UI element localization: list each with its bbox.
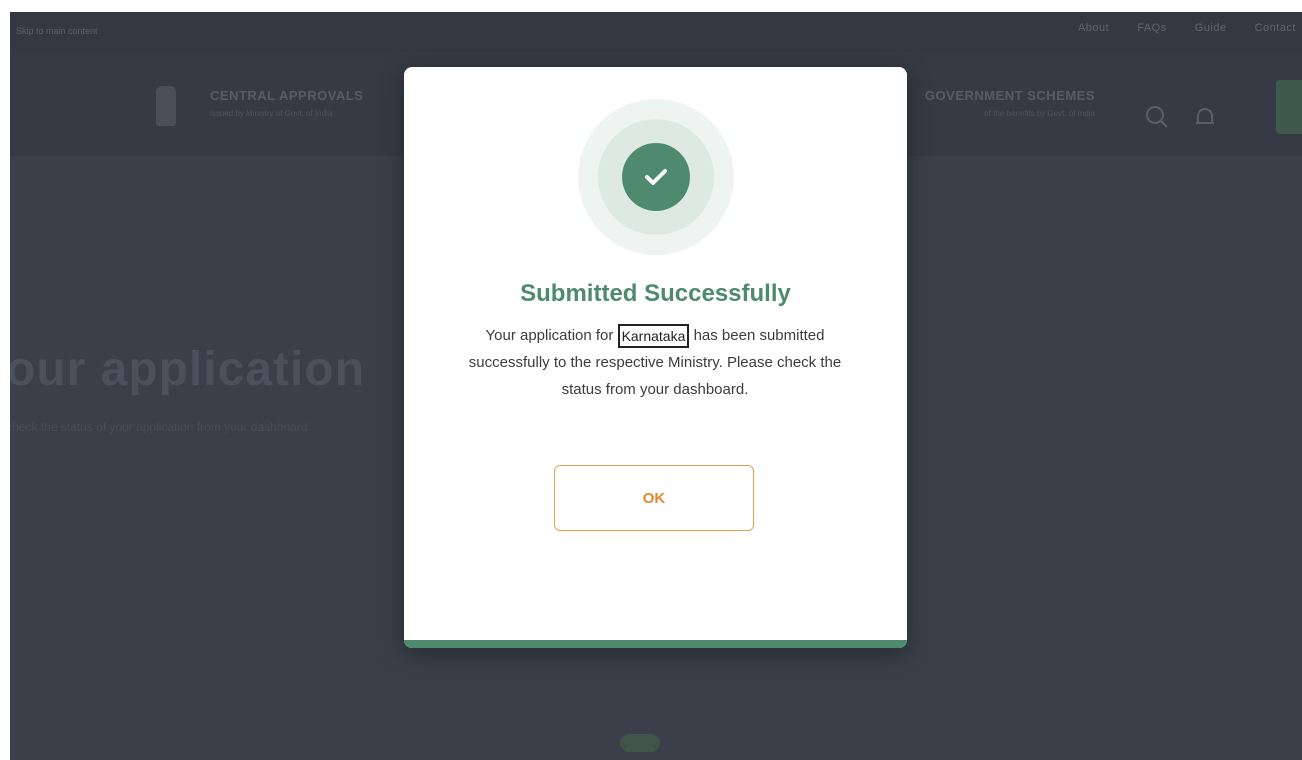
background-button (620, 734, 660, 752)
search-icon[interactable] (1144, 104, 1170, 130)
check-circle-icon (622, 143, 690, 211)
success-icon-ring (578, 99, 734, 255)
page-heading: our application (10, 343, 366, 396)
bell-icon[interactable] (1192, 104, 1218, 130)
utility-links: About FAQs Guide Contact (1078, 22, 1296, 34)
brand-left[interactable]: CENTRAL APPROVALS issued by Ministry of … (210, 88, 363, 118)
utility-link-contact[interactable]: Contact (1255, 22, 1296, 34)
brand-right-title: GOVERNMENT SCHEMES (924, 88, 1095, 103)
application-name-highlight: Karnataka (617, 324, 690, 349)
utility-link-guide[interactable]: Guide (1195, 22, 1227, 34)
emblem-logo (156, 86, 176, 126)
page-subtext: check the status of your application fro… (10, 420, 308, 434)
success-modal: Submitted Successfully Your application … (404, 67, 907, 648)
modal-message: Your application for Karnataka has been … (460, 322, 850, 403)
utility-link-faqs[interactable]: FAQs (1137, 22, 1167, 34)
message-prefix: Your application for (485, 327, 614, 344)
brand-right[interactable]: GOVERNMENT SCHEMES of the benefits by Go… (915, 88, 1095, 118)
utility-bar: Skip to main content About FAQs Guide Co… (10, 12, 1302, 52)
brand-left-title: CENTRAL APPROVALS (210, 88, 364, 103)
modal-bottom-bar (404, 640, 907, 648)
modal-title: Submitted Successfully (520, 280, 791, 307)
login-button[interactable] (1276, 80, 1302, 134)
skip-link[interactable]: Skip to main content (16, 26, 98, 36)
brand-right-subtitle: of the benefits by Govt. of India (984, 109, 1095, 118)
ok-button[interactable]: OK (554, 465, 754, 531)
utility-link-about[interactable]: About (1078, 22, 1109, 34)
brand-left-subtitle: issued by Ministry of Govt. of India (210, 109, 333, 118)
